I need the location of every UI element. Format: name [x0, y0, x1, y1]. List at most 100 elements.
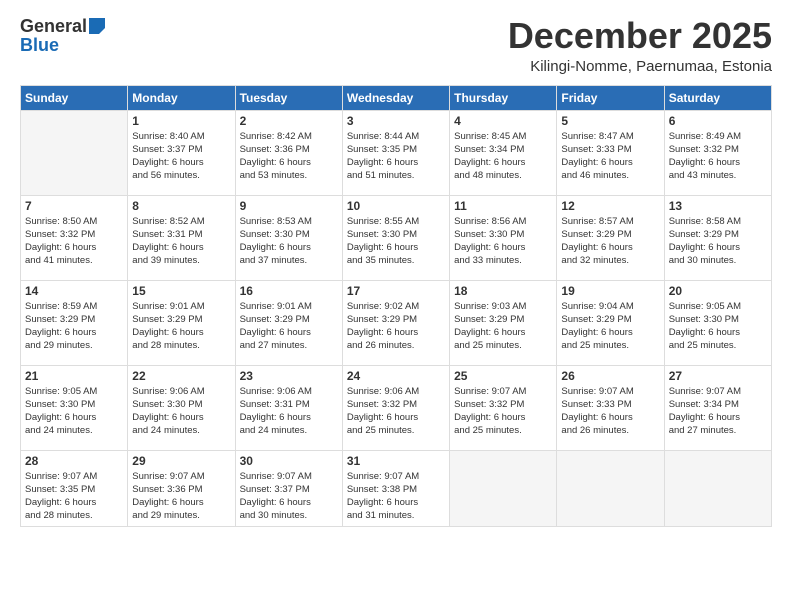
calendar-cell: 5 Sunrise: 8:47 AM Sunset: 3:33 PM Daylig… [557, 110, 664, 195]
calendar-cell: 11 Sunrise: 8:56 AM Sunset: 3:30 PM Dayli… [450, 195, 557, 280]
day-number: 30 [240, 454, 338, 468]
day-info: Sunrise: 9:06 AM Sunset: 3:31 PM Dayligh… [240, 385, 338, 438]
day-number: 23 [240, 369, 338, 383]
calendar-cell: 19Sunrise: 9:04 AM Sunset: 3:29 PM Dayli… [557, 280, 664, 365]
day-number: 26 [561, 369, 659, 383]
day-info: Sunrise: 8:44 AM Sunset: 3:35 PM Dayligh… [347, 130, 445, 183]
day-info: Sunrise: 9:07 AM Sunset: 3:36 PM Dayligh… [132, 470, 230, 523]
calendar-cell: 14 Sunrise: 8:59 AM Sunset: 3:29 PM Dayli… [21, 280, 128, 365]
location: Kilingi-Nomme, Paernumaa, Estonia [508, 58, 772, 75]
day-number: 4 [454, 114, 552, 128]
logo-blue: Blue [20, 35, 59, 56]
day-info: Sunrise: 8:59 AM Sunset: 3:29 PM Dayligh… [25, 300, 123, 353]
calendar-cell: 6Sunrise: 8:49 AM Sunset: 3:32 PM Daylig… [664, 110, 771, 195]
day-info: Sunrise: 8:57 AM Sunset: 3:29 PM Dayligh… [561, 215, 659, 268]
weekday-header-sunday: Sunday [21, 85, 128, 110]
weekday-header-row: SundayMondayTuesdayWednesdayThursdayFrid… [21, 85, 772, 110]
week-row-1: 1 Sunrise: 8:40 AM Sunset: 3:37 PM Daylig… [21, 110, 772, 195]
day-info: Sunrise: 8:40 AM Sunset: 3:37 PM Dayligh… [132, 130, 230, 183]
logo: General Blue [20, 16, 105, 56]
calendar-cell: 22 Sunrise: 9:06 AM Sunset: 3:30 PM Dayli… [128, 365, 235, 450]
day-number: 15 [132, 284, 230, 298]
calendar-cell: 10Sunrise: 8:55 AM Sunset: 3:30 PM Dayli… [342, 195, 449, 280]
day-info: Sunrise: 9:06 AM Sunset: 3:30 PM Dayligh… [132, 385, 230, 438]
calendar-cell: 4 Sunrise: 8:45 AM Sunset: 3:34 PM Daylig… [450, 110, 557, 195]
calendar-cell: 26 Sunrise: 9:07 AM Sunset: 3:33 PM Dayli… [557, 365, 664, 450]
day-number: 31 [347, 454, 445, 468]
day-info: Sunrise: 9:01 AM Sunset: 3:29 PM Dayligh… [132, 300, 230, 353]
day-number: 28 [25, 454, 123, 468]
day-number: 14 [25, 284, 123, 298]
day-info: Sunrise: 9:07 AM Sunset: 3:33 PM Dayligh… [561, 385, 659, 438]
day-number: 2 [240, 114, 338, 128]
day-number: 27 [669, 369, 767, 383]
day-number: 16 [240, 284, 338, 298]
calendar-cell: 12 Sunrise: 8:57 AM Sunset: 3:29 PM Dayli… [557, 195, 664, 280]
calendar-cell: 31 Sunrise: 9:07 AM Sunset: 3:38 PM Dayli… [342, 450, 449, 526]
day-info: Sunrise: 8:55 AM Sunset: 3:30 PM Dayligh… [347, 215, 445, 268]
weekday-header-tuesday: Tuesday [235, 85, 342, 110]
day-info: Sunrise: 9:02 AM Sunset: 3:29 PM Dayligh… [347, 300, 445, 353]
calendar-cell: 25Sunrise: 9:07 AM Sunset: 3:32 PM Dayli… [450, 365, 557, 450]
week-row-4: 21Sunrise: 9:05 AM Sunset: 3:30 PM Dayli… [21, 365, 772, 450]
day-number: 8 [132, 199, 230, 213]
day-info: Sunrise: 9:07 AM Sunset: 3:38 PM Dayligh… [347, 470, 445, 523]
calendar-cell: 17 Sunrise: 9:02 AM Sunset: 3:29 PM Dayli… [342, 280, 449, 365]
day-info: Sunrise: 9:05 AM Sunset: 3:30 PM Dayligh… [25, 385, 123, 438]
weekday-header-wednesday: Wednesday [342, 85, 449, 110]
calendar-cell: 16Sunrise: 9:01 AM Sunset: 3:29 PM Dayli… [235, 280, 342, 365]
weekday-header-saturday: Saturday [664, 85, 771, 110]
calendar-cell: 15 Sunrise: 9:01 AM Sunset: 3:29 PM Dayli… [128, 280, 235, 365]
calendar-cell [557, 450, 664, 526]
weekday-header-thursday: Thursday [450, 85, 557, 110]
day-info: Sunrise: 8:50 AM Sunset: 3:32 PM Dayligh… [25, 215, 123, 268]
day-number: 22 [132, 369, 230, 383]
calendar-cell: 1 Sunrise: 8:40 AM Sunset: 3:37 PM Daylig… [128, 110, 235, 195]
day-number: 19 [561, 284, 659, 298]
page-container: General Blue December 2025 Kilingi-Nomme… [0, 0, 792, 612]
logo-row: General [20, 16, 105, 37]
day-number: 13 [669, 199, 767, 213]
calendar-cell: 27 Sunrise: 9:07 AM Sunset: 3:34 PM Dayli… [664, 365, 771, 450]
day-info: Sunrise: 8:56 AM Sunset: 3:30 PM Dayligh… [454, 215, 552, 268]
weekday-header-monday: Monday [128, 85, 235, 110]
day-number: 17 [347, 284, 445, 298]
calendar-cell: 9 Sunrise: 8:53 AM Sunset: 3:30 PM Daylig… [235, 195, 342, 280]
day-number: 12 [561, 199, 659, 213]
day-number: 5 [561, 114, 659, 128]
calendar-cell: 20 Sunrise: 9:05 AM Sunset: 3:30 PM Dayli… [664, 280, 771, 365]
day-number: 9 [240, 199, 338, 213]
week-row-3: 14 Sunrise: 8:59 AM Sunset: 3:29 PM Dayli… [21, 280, 772, 365]
day-number: 20 [669, 284, 767, 298]
week-row-5: 28 Sunrise: 9:07 AM Sunset: 3:35 PM Dayli… [21, 450, 772, 526]
calendar-cell: 18Sunrise: 9:03 AM Sunset: 3:29 PM Dayli… [450, 280, 557, 365]
day-info: Sunrise: 8:47 AM Sunset: 3:33 PM Dayligh… [561, 130, 659, 183]
week-row-2: 7Sunrise: 8:50 AM Sunset: 3:32 PM Daylig… [21, 195, 772, 280]
day-number: 11 [454, 199, 552, 213]
calendar-cell: 24Sunrise: 9:06 AM Sunset: 3:32 PM Dayli… [342, 365, 449, 450]
day-info: Sunrise: 8:58 AM Sunset: 3:29 PM Dayligh… [669, 215, 767, 268]
title-section: December 2025 Kilingi-Nomme, Paernumaa, … [508, 16, 772, 75]
calendar-cell: 8Sunrise: 8:52 AM Sunset: 3:31 PM Daylig… [128, 195, 235, 280]
day-number: 1 [132, 114, 230, 128]
header: General Blue December 2025 Kilingi-Nomme… [20, 16, 772, 75]
day-number: 6 [669, 114, 767, 128]
calendar-cell: 7Sunrise: 8:50 AM Sunset: 3:32 PM Daylig… [21, 195, 128, 280]
day-info: Sunrise: 9:03 AM Sunset: 3:29 PM Dayligh… [454, 300, 552, 353]
day-info: Sunrise: 9:07 AM Sunset: 3:34 PM Dayligh… [669, 385, 767, 438]
day-number: 29 [132, 454, 230, 468]
day-info: Sunrise: 9:05 AM Sunset: 3:30 PM Dayligh… [669, 300, 767, 353]
day-info: Sunrise: 8:45 AM Sunset: 3:34 PM Dayligh… [454, 130, 552, 183]
month-title: December 2025 [508, 16, 772, 56]
day-info: Sunrise: 8:42 AM Sunset: 3:36 PM Dayligh… [240, 130, 338, 183]
day-number: 24 [347, 369, 445, 383]
day-number: 3 [347, 114, 445, 128]
day-info: Sunrise: 9:07 AM Sunset: 3:37 PM Dayligh… [240, 470, 338, 523]
day-info: Sunrise: 8:53 AM Sunset: 3:30 PM Dayligh… [240, 215, 338, 268]
day-info: Sunrise: 9:07 AM Sunset: 3:35 PM Dayligh… [25, 470, 123, 523]
calendar-cell: 30 Sunrise: 9:07 AM Sunset: 3:37 PM Dayli… [235, 450, 342, 526]
calendar-cell: 13 Sunrise: 8:58 AM Sunset: 3:29 PM Dayli… [664, 195, 771, 280]
calendar-cell [664, 450, 771, 526]
calendar-cell [450, 450, 557, 526]
weekday-header-friday: Friday [557, 85, 664, 110]
